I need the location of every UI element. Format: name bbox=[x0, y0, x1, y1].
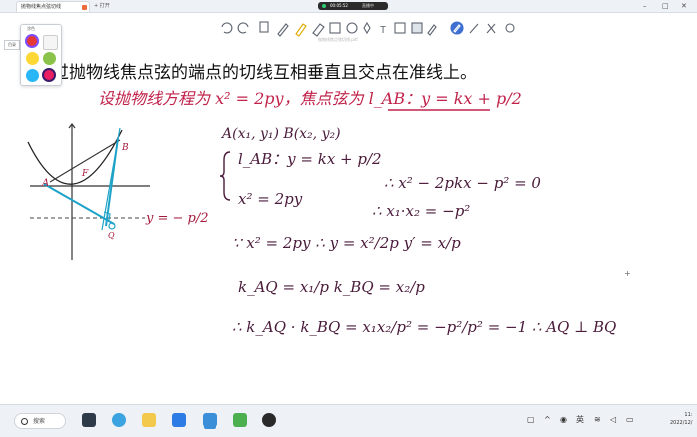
label-B: B bbox=[121, 143, 129, 153]
coordinate-axes bbox=[30, 123, 150, 260]
file-explorer-icon[interactable] bbox=[142, 413, 156, 427]
task-view-icon[interactable] bbox=[82, 413, 96, 427]
label-Q: Q bbox=[108, 231, 115, 240]
line-slopes: k_AQ = x₁/p k_BQ = x₂/p bbox=[238, 278, 425, 296]
network-app-icon[interactable]: ◉ bbox=[560, 415, 567, 425]
line-quadratic: ∴ x² − 2pkx − p² = 0 bbox=[384, 174, 541, 192]
windows-taskbar: 搜索 ▢ ^ ◉ 英 ≋ ◁ ▭ 11: 2022/12/ bbox=[0, 404, 697, 437]
palette-label: 涂色 bbox=[27, 26, 35, 31]
color-swatch-yellow[interactable] bbox=[26, 52, 39, 65]
recorder-app-icon[interactable] bbox=[233, 413, 247, 427]
line-conclusion: ∴ k_AQ · k_BQ = x₁x₂/p² = −p²/p² = −1 ∴ … bbox=[232, 318, 616, 336]
color-palette: 涂色 bbox=[20, 24, 62, 86]
label-A: A bbox=[41, 178, 49, 189]
color-swatch-pink[interactable] bbox=[42, 68, 56, 82]
color-swatch-white[interactable] bbox=[43, 35, 58, 50]
line-points: A(x₁, y₁) B(x₂, y₂) bbox=[220, 126, 341, 142]
notification-icon[interactable]: ▢ bbox=[527, 415, 535, 425]
taskbar-search[interactable]: 搜索 bbox=[14, 413, 66, 429]
clock-time: 11: bbox=[684, 412, 693, 418]
edge-browser-icon[interactable] bbox=[112, 413, 126, 427]
system-brace bbox=[219, 151, 231, 201]
parabola-curve bbox=[27, 129, 123, 185]
wifi-icon[interactable]: ≋ bbox=[594, 415, 601, 425]
directrix-label: y = − p/2 bbox=[145, 211, 209, 226]
line-derivative: ∵ x² = 2py ∴ y = x²/2p y′ = x/p bbox=[232, 234, 461, 252]
battery-icon[interactable]: ▭ bbox=[626, 415, 634, 425]
problem-headline: 过抛物线焦点弦的端点的切线互相垂直且交点在准线上。 bbox=[52, 63, 477, 83]
system-clock[interactable]: 11: 2022/12/ bbox=[670, 411, 692, 427]
color-swatch-red[interactable] bbox=[25, 34, 39, 48]
label-F: F bbox=[81, 169, 89, 179]
line-system-2: x² = 2py bbox=[238, 190, 303, 208]
line-setup: 设抛物线方程为 x² = 2py，焦点弦为 l_AB：y = kx + p/2 bbox=[98, 89, 522, 108]
line-system-1: l_AB：y = kx + p/2 bbox=[238, 150, 382, 168]
cursor-icon: + bbox=[624, 269, 631, 278]
tray-chevron-icon[interactable]: ^ bbox=[544, 415, 551, 425]
whiteboard-app-icon[interactable] bbox=[203, 413, 217, 427]
store-app-icon[interactable] bbox=[172, 413, 186, 427]
clock-date: 2022/12/ bbox=[670, 420, 693, 426]
tangent-extension bbox=[101, 127, 121, 231]
media-app-icon[interactable] bbox=[262, 413, 276, 427]
search-label: 搜索 bbox=[33, 418, 46, 425]
ime-indicator[interactable]: 英 bbox=[576, 415, 584, 425]
color-swatch-blue[interactable] bbox=[26, 69, 39, 82]
color-swatch-green[interactable] bbox=[43, 52, 56, 65]
volume-icon[interactable]: ◁ bbox=[610, 415, 616, 425]
search-icon bbox=[21, 418, 28, 425]
line-product: ∴ x₁·x₂ = −p² bbox=[372, 202, 470, 220]
